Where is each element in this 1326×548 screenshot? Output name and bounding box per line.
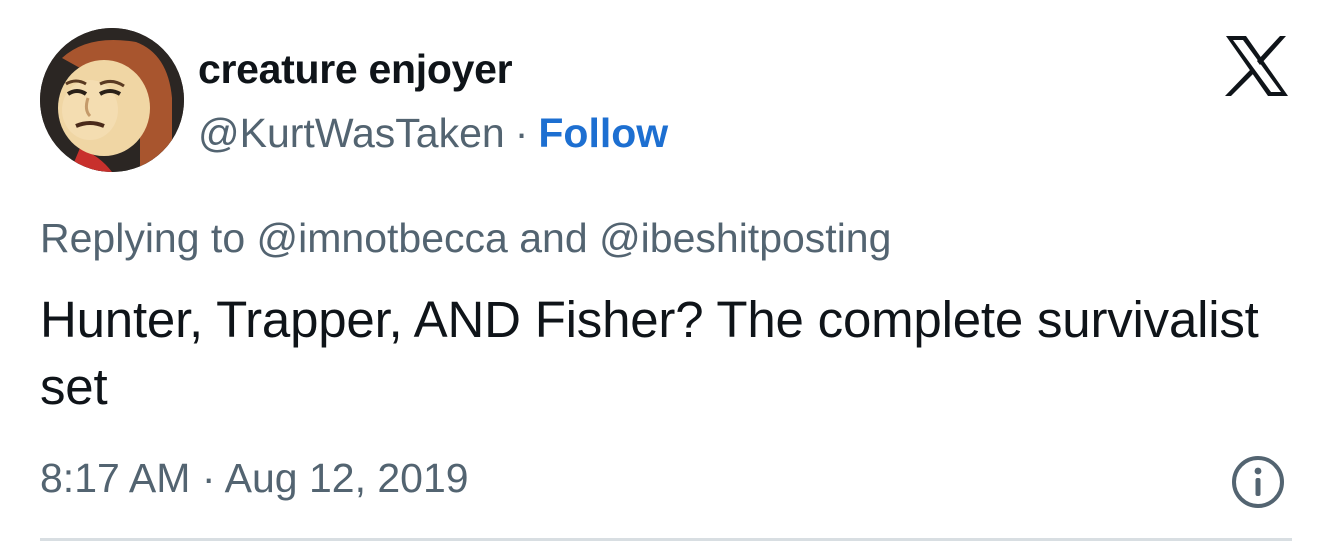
mii-face-avatar-icon <box>40 28 184 172</box>
tweet-text: Hunter, Trapper, AND Fisher? The complet… <box>40 291 1259 415</box>
tweet-date: Aug 12, 2019 <box>224 455 469 501</box>
x-logo-icon[interactable] <box>1222 34 1290 98</box>
reply-mention-link[interactable]: @ibeshitposting <box>599 215 891 261</box>
reply-context: Replying to @imnotbecca and @ibeshitpost… <box>40 215 891 262</box>
timestamp-separator: · <box>201 455 216 501</box>
tweet-time: 8:17 AM <box>40 455 191 501</box>
reply-prefix: Replying to <box>40 215 246 261</box>
author-handle-row: @KurtWasTaken · Follow <box>198 110 668 157</box>
author-handle[interactable]: @KurtWasTaken <box>198 110 505 156</box>
author-display-name[interactable]: creature enjoyer <box>198 46 513 93</box>
handle-separator: · <box>514 110 529 156</box>
divider <box>40 538 1292 541</box>
info-icon[interactable] <box>1230 454 1286 510</box>
avatar[interactable] <box>40 28 184 172</box>
follow-button[interactable]: Follow <box>538 110 668 156</box>
reply-conjunction: and <box>519 215 588 261</box>
tweet-timestamp[interactable]: 8:17 AM · Aug 12, 2019 <box>40 455 469 502</box>
reply-mention-link[interactable]: @imnotbecca <box>257 215 508 261</box>
